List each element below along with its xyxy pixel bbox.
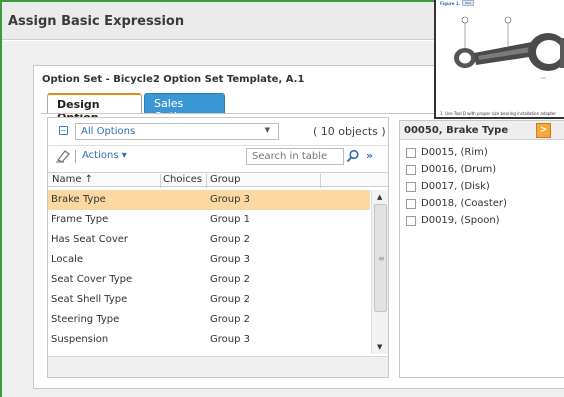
choice-label: D0017, (Disk) <box>421 181 490 192</box>
object-count: ( 10 objects ) <box>313 125 386 138</box>
chevron-right-icon[interactable]: > <box>536 123 551 138</box>
scroll-down-icon[interactable]: ▼ <box>377 343 382 351</box>
column-header-empty <box>320 174 368 188</box>
dialog-title: Assign Basic Expression <box>8 14 185 29</box>
choices-panel: 00050, Brake Type > D0015, (Rim) D0016, … <box>399 120 564 378</box>
row-name: Frame Type <box>51 214 109 225</box>
table-row[interactable]: Has Seat Cover Group 2 <box>48 230 370 250</box>
row-group: Group 2 <box>210 314 250 325</box>
row-name: Seat Cover Type <box>51 274 133 285</box>
table-scrollbar[interactable]: ▲ ≡ ▼ <box>371 190 388 354</box>
option-set-title: Option Set - Bicycle2 Option Set Templat… <box>42 74 305 85</box>
connecting-rod-illustration <box>454 16 564 79</box>
choice-label: D0015, (Rim) <box>421 147 488 158</box>
table-header: Name ↑ Choices Group <box>48 172 388 188</box>
row-group: Group 3 <box>210 334 250 345</box>
scroll-up-icon[interactable]: ▲ <box>377 193 382 201</box>
column-header-name[interactable]: Name ↑ <box>50 174 93 188</box>
row-name: Seat Shell Type <box>51 294 128 305</box>
row-name: Brake Type <box>51 194 106 205</box>
figure-popup: Figure 1. Illus 1. Use Tool D with prope… <box>434 0 564 119</box>
choice-label: D0018, (Coaster) <box>421 198 507 209</box>
minus-icon[interactable]: − <box>59 126 68 135</box>
options-filter-select[interactable]: All Options ▼ <box>75 123 279 140</box>
double-chevron-right-icon[interactable]: » <box>366 149 373 162</box>
choice-checkbox[interactable] <box>406 216 416 226</box>
row-name: Has Seat Cover <box>51 234 129 245</box>
row-group: Group 2 <box>210 274 250 285</box>
choices-panel-title: 00050, Brake Type <box>404 125 509 136</box>
caret-down-icon: ▼ <box>264 126 270 134</box>
actions-menu-button[interactable]: Actions ▾ <box>82 150 127 161</box>
choice-checkbox[interactable] <box>406 199 416 209</box>
table-row[interactable]: Seat Shell Type Group 2 <box>48 290 370 310</box>
figure-header: Figure 1. <box>440 1 461 6</box>
choice-checkbox[interactable] <box>406 182 416 192</box>
figure-badge: Illus <box>462 0 474 6</box>
options-filter-value: All Options <box>81 126 136 137</box>
row-group: Group 3 <box>210 194 250 205</box>
row-group: Group 2 <box>210 234 250 245</box>
choice-label: D0019, (Spoon) <box>421 215 500 226</box>
filter-row: − All Options ▼ ( 10 objects ) <box>48 121 388 141</box>
table-row[interactable]: Brake Type Group 3 <box>48 190 370 210</box>
grip-icon: ≡ <box>378 254 385 263</box>
search-icon[interactable] <box>346 149 360 166</box>
column-header-choices[interactable]: Choices <box>160 174 206 188</box>
table-row[interactable]: Suspension Group 3 <box>48 330 370 350</box>
table-row[interactable]: Locale Group 3 <box>48 250 370 270</box>
row-group: Group 2 <box>210 294 250 305</box>
table-toolbar: Actions ▾ » <box>48 145 388 167</box>
figure-caption: 1. Use Tool D with proper size bearing i… <box>440 111 557 116</box>
row-group: Group 3 <box>210 254 250 265</box>
tab-sales-option[interactable]: Sales Option <box>144 93 225 123</box>
choice-checkbox[interactable] <box>406 148 416 158</box>
toolbar-separator <box>75 150 76 163</box>
eraser-icon[interactable] <box>55 149 71 166</box>
tab-design-option[interactable]: Design Option <box>47 93 142 124</box>
table-search-input[interactable] <box>246 148 344 165</box>
choices-panel-header: 00050, Brake Type > <box>400 121 564 140</box>
row-name: Locale <box>51 254 84 265</box>
table-row[interactable]: Frame Type Group 1 <box>48 210 370 230</box>
row-name: Steering Type <box>51 314 120 325</box>
column-header-group[interactable]: Group <box>206 174 320 188</box>
scroll-thumb[interactable]: ≡ <box>374 204 387 312</box>
table-footer <box>48 356 388 377</box>
table-body: Brake Type Group 3 Frame Type Group 1 Ha… <box>48 190 370 350</box>
choice-checkbox[interactable] <box>406 165 416 175</box>
choice-label: D0016, (Drum) <box>421 164 497 175</box>
row-group: Group 1 <box>210 214 250 225</box>
table-row[interactable]: Seat Cover Type Group 2 <box>48 270 370 290</box>
row-name: Suspension <box>51 334 109 345</box>
table-row[interactable]: Steering Type Group 2 <box>48 310 370 330</box>
